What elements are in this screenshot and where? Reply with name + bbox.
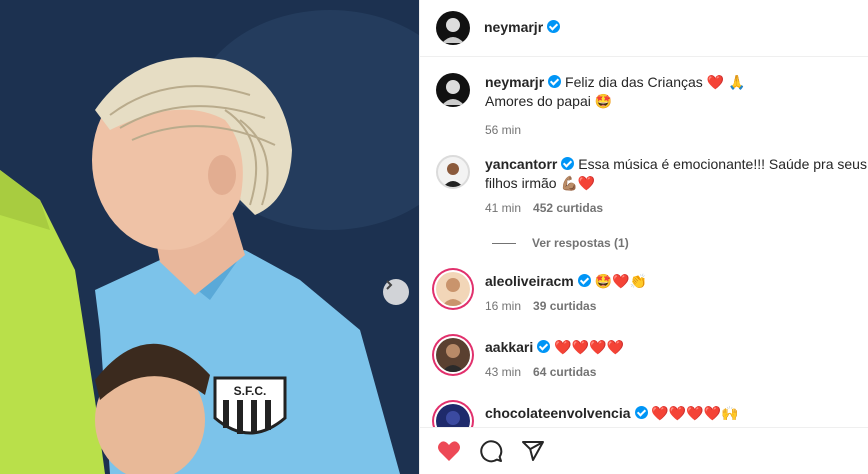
comment-avatar[interactable]	[436, 338, 470, 372]
caption-avatar[interactable]	[436, 73, 470, 107]
instagram-post: S.F.C. neymarjr neymarjr Feliz dia das C…	[0, 0, 868, 474]
svg-text:S.F.C.: S.F.C.	[234, 384, 267, 398]
comment-text: ❤️❤️❤️❤️🙌	[651, 405, 739, 421]
caption-text-line2: Amores do papai 🤩	[485, 93, 613, 109]
comment-text: 🤩❤️👏	[594, 273, 647, 289]
view-replies-button[interactable]: Ver respostas (1)	[492, 236, 629, 250]
comment-time: 43 min	[485, 365, 522, 379]
comment-username[interactable]: aleoliveiracm	[485, 273, 574, 289]
comment-username[interactable]: aakkari	[485, 339, 533, 355]
like-button[interactable]	[436, 438, 462, 464]
caption-username[interactable]: neymarjr	[485, 74, 544, 90]
avatar-image	[442, 18, 464, 43]
post-image[interactable]: S.F.C.	[0, 0, 419, 474]
comment-avatar[interactable]	[436, 272, 470, 306]
comment-text: Essa música é emocionante!!! Saúde pra s…	[578, 156, 867, 172]
heart-icon	[438, 441, 460, 461]
avatar-image	[442, 344, 464, 372]
avatar-image	[442, 80, 464, 105]
caption-text-line1: Feliz dia das Crianças ❤️ 🙏	[565, 74, 746, 90]
next-photo-button[interactable]	[383, 279, 409, 305]
comment-avatar[interactable]	[436, 155, 470, 189]
caption-time: 56 min	[485, 123, 522, 137]
verified-badge-icon	[537, 340, 551, 353]
comment-button[interactable]	[478, 438, 504, 464]
verified-badge-icon	[548, 75, 562, 88]
author-avatar[interactable]	[436, 11, 470, 45]
comment-likes[interactable]: 39 curtidas	[533, 299, 596, 313]
comment-likes[interactable]: 64 curtidas	[533, 365, 596, 379]
post-actions-bar	[420, 427, 868, 474]
comment-username[interactable]: yancantorr	[485, 156, 557, 172]
comment-text: ❤️❤️❤️❤️	[554, 339, 624, 355]
comment-username[interactable]: chocolateenvolvencia	[485, 405, 631, 421]
avatar-image	[443, 163, 463, 187]
post-header: neymarjr	[420, 0, 868, 57]
comment-item: aakkari ❤️❤️❤️❤️ 43 min 64 curtidas	[436, 338, 624, 382]
caption: neymarjr Feliz dia das Crianças ❤️ 🙏 Amo…	[436, 73, 745, 140]
share-button[interactable]	[520, 438, 546, 464]
comment-item: yancantorr Essa música é emocionante!!! …	[436, 155, 867, 218]
chevron-right-icon	[386, 280, 393, 290]
avatar-image	[442, 278, 464, 306]
comment-time: 41 min	[485, 201, 522, 215]
divider	[492, 242, 516, 244]
verified-badge-icon	[561, 157, 575, 170]
comment-likes[interactable]: 452 curtidas	[533, 201, 603, 215]
comment-item: aleoliveiracm 🤩❤️👏 16 min 39 curtidas	[436, 272, 647, 316]
author-username[interactable]: neymarjr	[484, 19, 543, 35]
view-replies-label: Ver respostas (1)	[532, 236, 629, 250]
verified-badge-icon	[547, 20, 561, 33]
verified-badge-icon	[577, 274, 591, 287]
post-side-panel: neymarjr neymarjr Feliz dia das Crianças…	[419, 0, 868, 474]
comment-text-line2: filhos irmão 💪🏽❤️	[485, 175, 596, 191]
photo-illustration: S.F.C.	[0, 0, 419, 474]
verified-badge-icon	[634, 406, 648, 419]
share-icon	[522, 441, 544, 461]
comment-icon	[480, 440, 503, 463]
comment-time: 16 min	[485, 299, 522, 313]
